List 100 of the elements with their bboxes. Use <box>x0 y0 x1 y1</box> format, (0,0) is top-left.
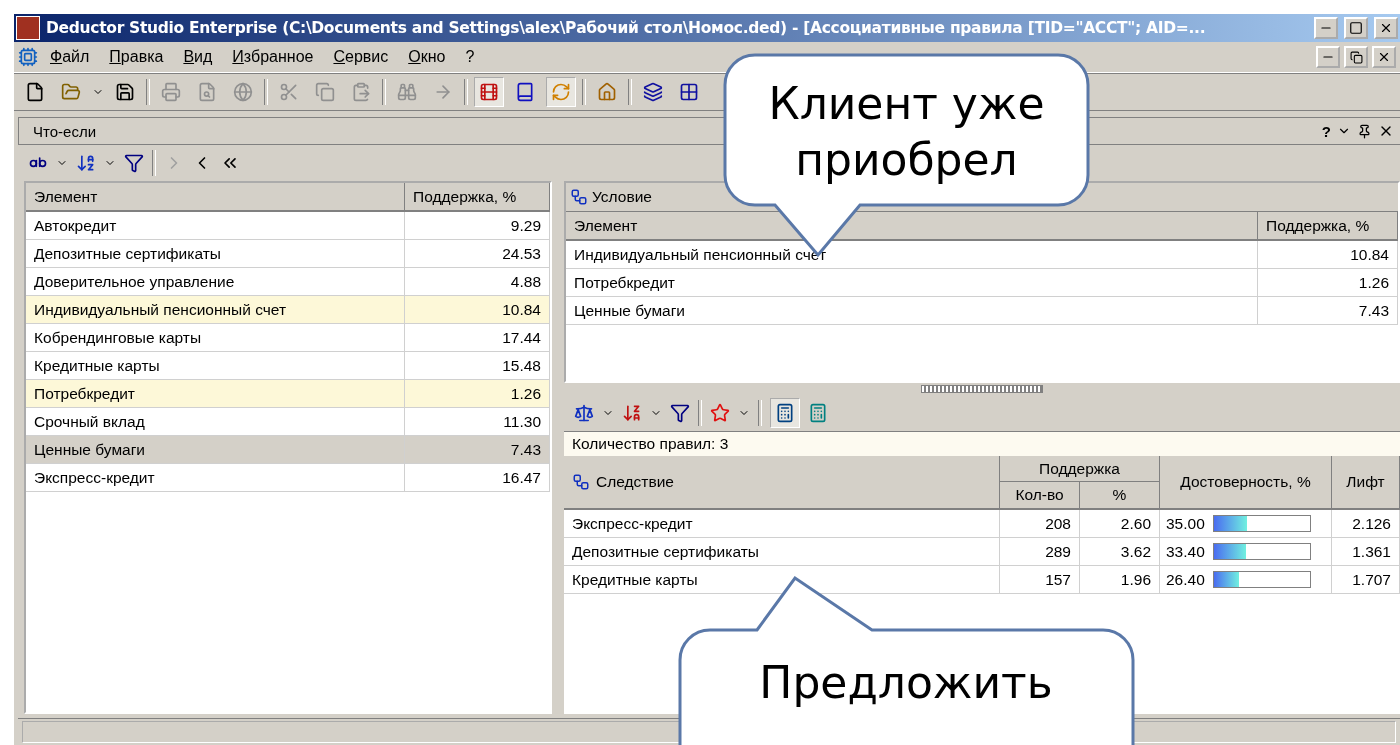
table-cell: 289 <box>1000 538 1080 565</box>
sort-icon[interactable] <box>622 403 642 423</box>
column-header[interactable]: Следствие <box>564 456 1000 508</box>
grid-icon <box>679 82 699 102</box>
maximize-icon <box>1349 21 1363 35</box>
column-header[interactable]: Поддержка, % <box>1258 212 1398 239</box>
table-cell: 1.96 <box>1080 566 1160 593</box>
app-menu-icon[interactable] <box>18 47 38 67</box>
close-button[interactable] <box>1372 46 1396 68</box>
table-row[interactable]: Индивидуальный пенсионный счет 10.84 <box>26 296 550 324</box>
sort-icon[interactable] <box>76 153 96 173</box>
splitter-grip[interactable] <box>921 385 1043 393</box>
table-cell: 10.84 <box>405 296 550 323</box>
calculator-button[interactable] <box>770 398 800 428</box>
table-cell: 7.43 <box>1258 297 1398 324</box>
menu-item[interactable]: Вид <box>175 46 221 68</box>
film-button[interactable] <box>474 77 504 107</box>
scissors-icon <box>279 82 299 102</box>
column-header[interactable]: Достоверность, % <box>1160 456 1332 508</box>
table-cell: 1.26 <box>405 380 550 407</box>
panel-title: Что-если <box>33 122 97 140</box>
condition-icon <box>570 188 588 206</box>
minimize-button[interactable] <box>1314 17 1338 39</box>
table-row[interactable]: Кредитные карты 15.48 <box>26 352 550 380</box>
column-header[interactable]: % <box>1080 482 1160 508</box>
refresh-button[interactable] <box>546 77 576 107</box>
table-cell: 208 <box>1000 510 1080 537</box>
consequence-icon <box>572 473 590 491</box>
binoculars-icon <box>397 82 417 102</box>
minimize-button[interactable] <box>1316 46 1340 68</box>
table-row[interactable]: Депозитные сертификаты 24.53 <box>26 240 550 268</box>
table-cell: Экспресс-кредит <box>26 464 405 491</box>
menu-item[interactable]: Избранное <box>224 46 322 68</box>
save-icon <box>115 82 135 102</box>
column-header-text: Следствие <box>596 473 674 491</box>
table-cell: Ценные бумаги <box>566 297 1258 324</box>
column-header[interactable]: Элемент <box>26 183 405 210</box>
calculator-icon[interactable] <box>808 403 828 423</box>
restore-button[interactable] <box>1344 46 1368 68</box>
pin-icon[interactable] <box>1357 123 1372 139</box>
column-header[interactable]: Поддержка, % <box>405 183 550 210</box>
menu-item[interactable]: Сервис <box>325 46 397 68</box>
close-button[interactable] <box>1374 17 1398 39</box>
section-title: Условие <box>592 188 652 206</box>
table-cell: Экспресс-кредит <box>564 510 1000 537</box>
column-header[interactable]: Кол-во <box>1000 482 1080 508</box>
copy-icon <box>315 82 335 102</box>
star-icon[interactable] <box>710 403 730 423</box>
table-cell: Кобрендинговые карты <box>26 324 405 351</box>
book-icon <box>515 82 535 102</box>
table-cell: Кредитные карты <box>26 352 405 379</box>
table-cell: Доверительное управление <box>26 268 405 295</box>
table-cell: 16.47 <box>405 464 550 491</box>
table-cell: 15.48 <box>405 352 550 379</box>
confidence-value: 33.40 <box>1166 542 1205 561</box>
menu-item[interactable]: Окно <box>400 46 454 68</box>
table-row[interactable]: Ценные бумаги 7.43 <box>26 436 550 464</box>
table-cell: Автокредит <box>26 212 405 239</box>
layers-icon <box>643 82 663 102</box>
table-row[interactable]: Срочный вклад 11.30 <box>26 408 550 436</box>
callout-text: Клиент уже приобрел <box>767 77 1046 187</box>
table-cell: Депозитные сертификаты <box>564 538 1000 565</box>
table-cell: Депозитные сертификаты <box>26 240 405 267</box>
file-icon <box>25 82 45 102</box>
menu-item[interactable]: Правка <box>101 46 172 68</box>
callout-text: Предложить <box>758 656 1054 710</box>
table-row[interactable]: Доверительное управление 4.88 <box>26 268 550 296</box>
refresh-icon <box>551 82 571 102</box>
film-icon <box>479 82 499 102</box>
table-cell: 9.29 <box>405 212 550 239</box>
table-cell: 2.60 <box>1080 510 1160 537</box>
folder-icon <box>61 82 81 102</box>
calculator-icon <box>775 403 795 423</box>
app-icon <box>16 16 40 40</box>
help-button[interactable]: ? <box>1321 122 1331 140</box>
scales-icon[interactable] <box>574 403 594 423</box>
table-row[interactable]: Кобрендинговые карты 17.44 <box>26 324 550 352</box>
table-cell: 4.88 <box>405 268 550 295</box>
printer-icon <box>161 82 181 102</box>
table-cell: 157 <box>1000 566 1080 593</box>
menu-item[interactable]: ? <box>457 46 483 68</box>
column-group-header: Поддержка <box>1000 456 1160 482</box>
menu-item[interactable]: Файл <box>42 46 98 68</box>
table-row[interactable]: Автокредит 9.29 <box>26 212 550 240</box>
restore-icon <box>1349 50 1363 64</box>
window-title: Deductor Studio Enterprise (C:\Documents and Settings\alex\Рабочий стол\Номос.ded) - [Ассоциативные правила [TID="ACCT"; AID=... <box>46 19 1207 37</box>
table-cell: Ценные бумаги <box>26 436 405 463</box>
table-cell: Индивидуальный пенсионный счет <box>26 296 405 323</box>
table-cell: 1.707 <box>1332 566 1400 593</box>
table-row[interactable]: Потребкредит 1.26 <box>26 380 550 408</box>
maximize-button[interactable] <box>1344 17 1368 39</box>
table-cell: Потребкредит <box>26 380 405 407</box>
table-cell: 11.30 <box>405 408 550 435</box>
column-header[interactable]: Лифт <box>1332 456 1400 508</box>
filter-icon[interactable] <box>670 403 690 423</box>
filter-icon[interactable] <box>124 153 144 173</box>
table-cell: 3.62 <box>1080 538 1160 565</box>
confidence-value: 35.00 <box>1166 514 1205 533</box>
paste-icon <box>351 82 371 102</box>
table-row[interactable]: Экспресс-кредит 16.47 <box>26 464 550 492</box>
